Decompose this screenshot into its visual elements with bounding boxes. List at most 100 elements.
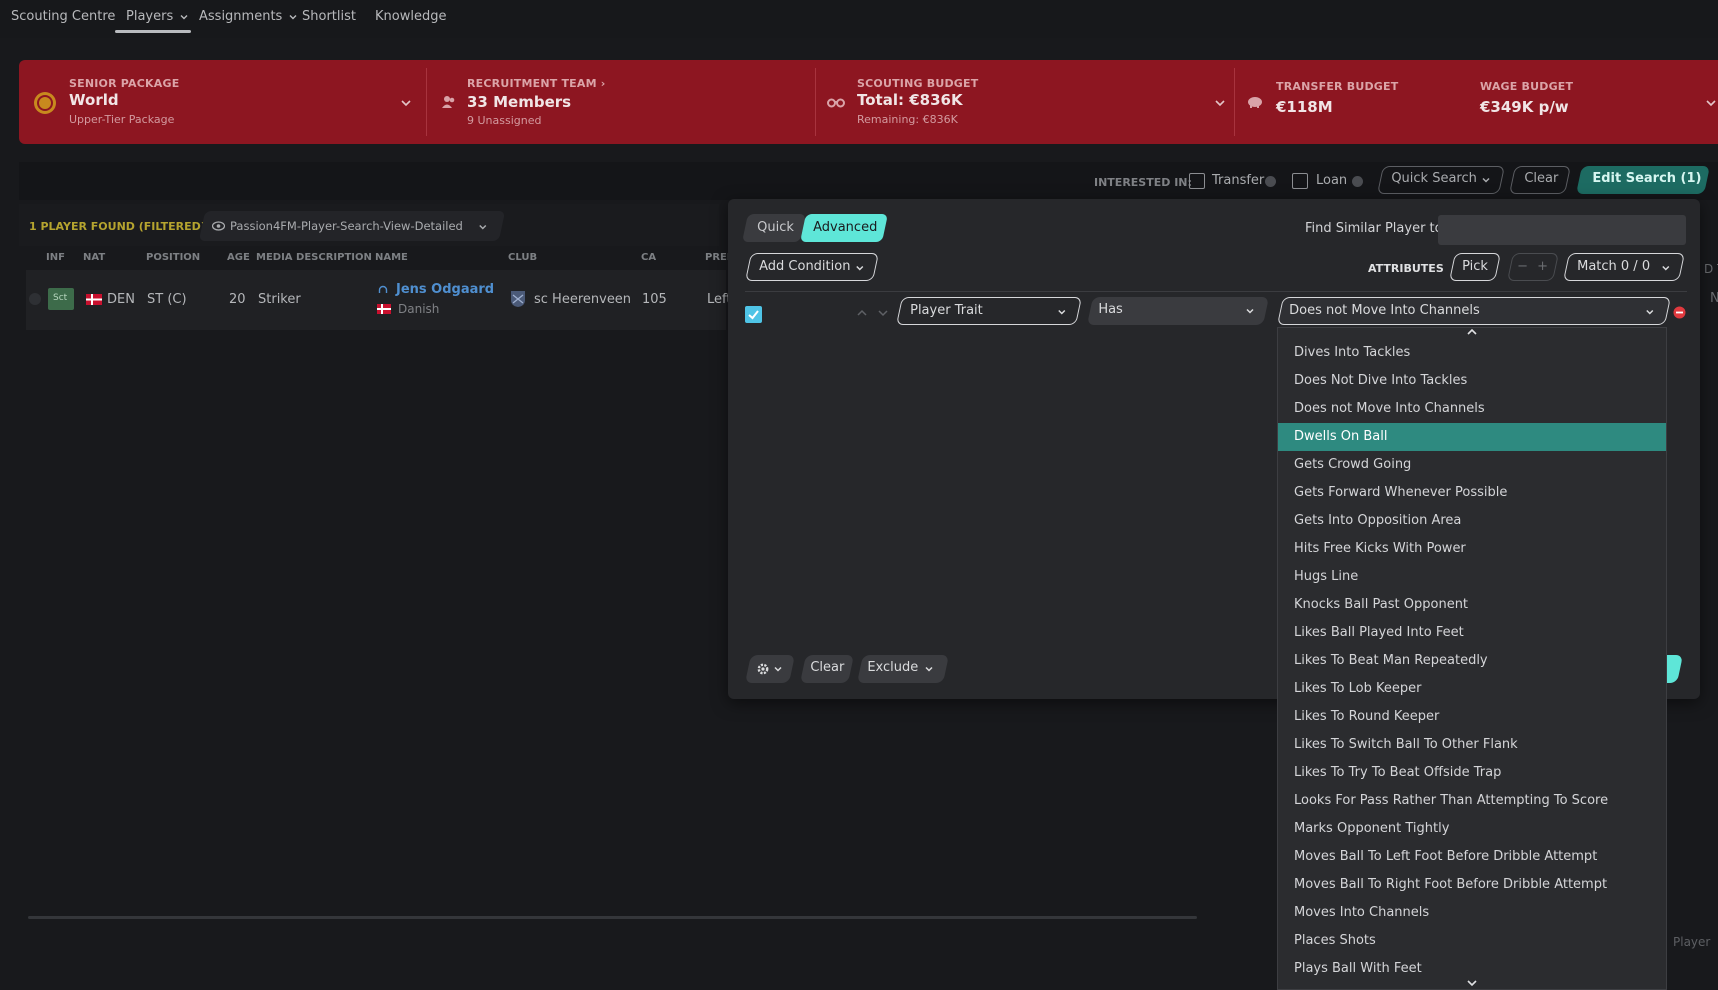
dropdown-option[interactable]: Moves Ball To Right Foot Before Dribble … — [1278, 871, 1666, 899]
dropdown-option[interactable]: Likes To Switch Ball To Other Flank — [1278, 731, 1666, 759]
dropdown-option[interactable]: Moves Into Channels — [1278, 899, 1666, 927]
scroll-down-icon[interactable] — [1466, 979, 1478, 987]
dropdown-option[interactable]: Knocks Ball Past Opponent — [1278, 591, 1666, 619]
clear-conditions-button[interactable]: Clear — [800, 655, 854, 683]
piggy-bank-icon — [1248, 97, 1262, 108]
clear-conditions-label: Clear — [810, 660, 845, 675]
find-similar-player-input[interactable] — [1438, 215, 1686, 245]
dropdown-option[interactable]: Likes Ball Played Into Feet — [1278, 619, 1666, 647]
search-toolbar: INTERESTED IN: Transfer Loan Quick Searc… — [19, 162, 1718, 200]
nav-knowledge[interactable]: Knowledge — [375, 9, 446, 24]
chevron-down-icon — [774, 666, 782, 672]
move-up-icon[interactable] — [856, 307, 868, 319]
dropdown-option-label: Likes To Lob Keeper — [1294, 681, 1422, 696]
match-dropdown[interactable]: Match 0 / 0 — [1563, 253, 1685, 281]
col-media-description[interactable]: MEDIA DESCRIPTION — [256, 252, 372, 263]
remove-condition-icon[interactable] — [1673, 306, 1686, 319]
chevron-down-icon — [1058, 309, 1066, 315]
info-icon[interactable] — [1352, 176, 1363, 187]
info-icon[interactable] — [1265, 176, 1276, 187]
col-name[interactable]: NAME — [375, 252, 408, 263]
dropdown-option[interactable]: Places Shots — [1278, 927, 1666, 955]
condition-enabled-checkbox[interactable] — [745, 306, 762, 323]
pick-button[interactable]: Pick — [1449, 253, 1501, 281]
chevron-down-icon — [180, 14, 188, 19]
dropdown-option[interactable]: Dwells On Ball — [1278, 423, 1666, 451]
condition-value-dropdown[interactable]: Does not Move Into Channels — [1277, 297, 1671, 325]
tab-advanced[interactable]: Advanced — [800, 214, 888, 242]
tab-quick-label: Quick — [757, 220, 794, 235]
nav-players[interactable]: Players — [126, 9, 188, 24]
scout-badge-label: Sct — [53, 293, 68, 303]
nav-scouting-centre[interactable]: Scouting Centre — [11, 9, 115, 24]
dropdown-option[interactable]: Gets Into Opposition Area — [1278, 507, 1666, 535]
dropdown-option[interactable]: Does not Move Into Channels — [1278, 395, 1666, 423]
transfer-budget-section[interactable]: TRANSFER BUDGET €118M — [1239, 60, 1459, 144]
dropdown-option-label: Likes To Round Keeper — [1294, 709, 1440, 724]
condition-operator-dropdown[interactable]: Has — [1087, 297, 1269, 325]
add-condition-button[interactable]: Add Condition — [745, 253, 879, 281]
condition-value-text: Does not Move Into Channels — [1289, 303, 1480, 318]
transfer-budget-caption: TRANSFER BUDGET — [1276, 80, 1399, 93]
nav-shortlist[interactable]: Shortlist — [302, 9, 356, 24]
dropdown-option[interactable]: Hits Free Kicks With Power — [1278, 535, 1666, 563]
scouting-budget-total: Total: €836K — [857, 91, 963, 109]
view-selector[interactable]: Passion4FM-Player-Search-View-Detailed — [198, 211, 506, 241]
transfer-label: Transfer — [1212, 173, 1265, 188]
top-navigation: Scouting Centre Players Assignments Shor… — [0, 0, 1718, 38]
tab-advanced-label: Advanced — [813, 220, 878, 235]
wage-budget-section[interactable]: WAGE BUDGET €349K p/w — [1459, 60, 1718, 144]
plus-icon[interactable]: + — [1537, 259, 1548, 274]
dropdown-option[interactable]: Dives Into Tackles — [1278, 339, 1666, 367]
chevron-down-icon — [479, 224, 487, 230]
dropdown-option-label: Marks Opponent Tightly — [1294, 821, 1450, 836]
minus-icon[interactable]: − — [1517, 259, 1528, 274]
dropdown-option[interactable]: Hugs Line — [1278, 563, 1666, 591]
clear-search-button[interactable]: Clear — [1509, 166, 1571, 194]
player-trait-options-list: Dives Into Tackles Does Not Dive Into Tac… — [1277, 327, 1667, 990]
col-position[interactable]: POSITION — [146, 252, 200, 263]
tab-quick[interactable]: Quick — [742, 214, 806, 242]
horizontal-scrollbar[interactable] — [28, 916, 1197, 919]
dropdown-option[interactable]: Gets Forward Whenever Possible — [1278, 479, 1666, 507]
move-down-icon[interactable] — [877, 307, 889, 319]
active-tab-indicator — [115, 30, 191, 33]
dropdown-option[interactable]: Marks Opponent Tightly — [1278, 815, 1666, 843]
player-nationality: Danish — [398, 302, 440, 316]
table-row[interactable]: Sct DEN ST (C) 20 Striker Jens Odgaard D… — [26, 270, 731, 330]
scroll-up-icon[interactable] — [1466, 328, 1478, 336]
condition-field-dropdown[interactable]: Player Trait — [896, 297, 1082, 325]
dropdown-option[interactable]: Likes To Lob Keeper — [1278, 675, 1666, 703]
edit-search-button[interactable]: Edit Search (1) — [1576, 166, 1710, 194]
recruitment-team-sub: 9 Unassigned — [467, 114, 542, 127]
gear-icon — [757, 663, 769, 675]
settings-menu-button[interactable] — [745, 655, 795, 683]
nav-assignments[interactable]: Assignments — [199, 9, 297, 24]
dropdown-option[interactable]: Likes To Round Keeper — [1278, 703, 1666, 731]
col-ca[interactable]: CA — [641, 252, 656, 263]
col-club[interactable]: CLUB — [508, 252, 537, 263]
dropdown-option[interactable]: Looks For Pass Rather Than Attempting To… — [1278, 787, 1666, 815]
dropdown-option-label: Dives Into Tackles — [1294, 345, 1411, 360]
player-name-link[interactable]: Jens Odgaard — [396, 282, 494, 297]
dropdown-option-label: Gets Forward Whenever Possible — [1294, 485, 1508, 500]
dropdown-option[interactable]: Gets Crowd Going — [1278, 451, 1666, 479]
loan-checkbox[interactable] — [1292, 173, 1308, 189]
dropdown-option[interactable]: Likes To Beat Man Repeatedly — [1278, 647, 1666, 675]
col-age[interactable]: AGE — [227, 252, 250, 263]
exclude-dropdown[interactable]: Exclude — [857, 655, 949, 683]
attribute-stepper[interactable]: − + — [1507, 253, 1559, 281]
scouting-budget-section[interactable]: SCOUTING BUDGET Total: €836K Remaining: … — [819, 60, 1239, 144]
transfer-checkbox[interactable] — [1189, 173, 1205, 189]
quick-search-dropdown[interactable]: Quick Search — [1377, 166, 1505, 194]
senior-package-section[interactable]: SENIOR PACKAGE World Upper-Tier Package — [19, 60, 419, 144]
dropdown-option[interactable]: Moves Ball To Left Foot Before Dribble A… — [1278, 843, 1666, 871]
dropdown-option[interactable]: Likes To Try To Beat Offside Trap — [1278, 759, 1666, 787]
recruitment-team-section[interactable]: RECRUITMENT TEAM › 33 Members 9 Unassign… — [429, 60, 829, 144]
player-footer-button[interactable]: Player — [1673, 935, 1710, 949]
col-inf[interactable]: INF — [46, 252, 65, 263]
scouting-budget-remaining: Remaining: €836K — [857, 113, 958, 126]
club-name[interactable]: sc Heerenveen — [534, 292, 631, 307]
dropdown-option[interactable]: Does Not Dive Into Tackles — [1278, 367, 1666, 395]
col-nat[interactable]: NAT — [83, 252, 105, 263]
